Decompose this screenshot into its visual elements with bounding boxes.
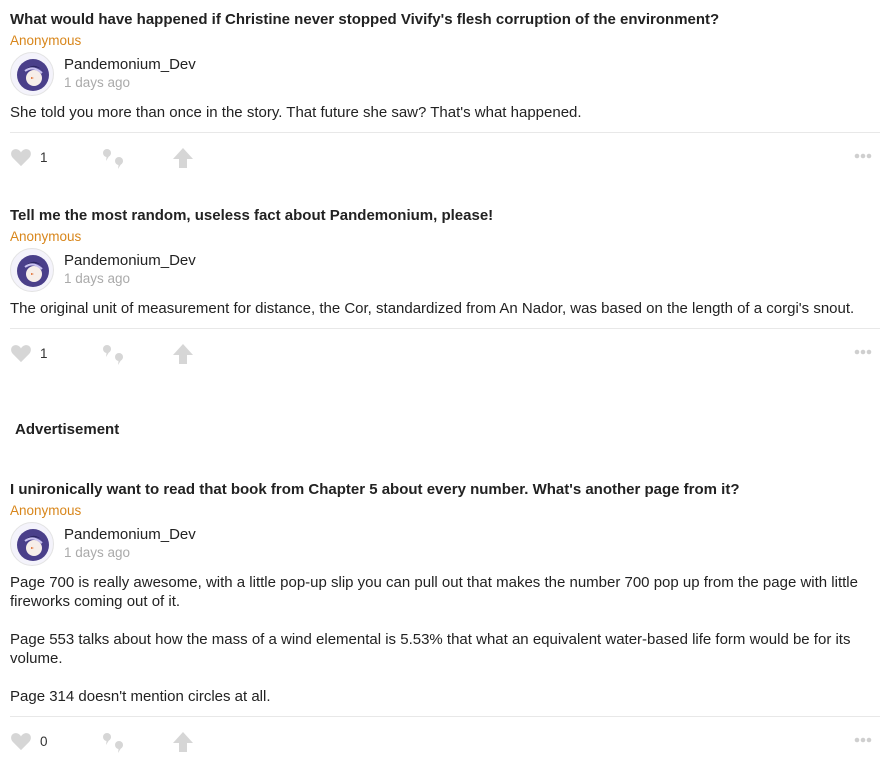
post-time: 1 days ago — [64, 271, 131, 286]
answer-paragraph: Page 314 doesn't mention circles at all. — [10, 688, 271, 705]
post-actions: 1 — [10, 132, 880, 181]
answer-paragraph: The original unit of measurement for dis… — [10, 300, 855, 317]
post-time: 1 days ago — [64, 545, 131, 560]
avatar[interactable] — [10, 248, 54, 292]
more-options-button[interactable] — [854, 737, 872, 743]
quote-button[interactable] — [102, 147, 126, 171]
more-options-button[interactable] — [854, 153, 872, 159]
like-count: 1 — [40, 345, 48, 361]
answer-text: Page 700 is really awesome, with a littl… — [10, 573, 880, 706]
more-dots-icon — [854, 737, 872, 743]
advertisement-label: Advertisement — [15, 421, 120, 438]
like-button[interactable]: 1 — [10, 147, 48, 167]
author-name[interactable]: Pandemonium_Dev — [64, 56, 196, 74]
quote-button[interactable] — [102, 731, 126, 755]
asker-name: Anonymous — [10, 503, 82, 518]
answer-text: The original unit of measurement for dis… — [10, 299, 880, 318]
answer-paragraph: Page 553 talks about how the mass of a w… — [10, 631, 851, 667]
more-dots-icon — [854, 349, 872, 355]
author-row: Pandemonium_Dev 1 days ago — [10, 52, 880, 96]
author-name[interactable]: Pandemonium_Dev — [64, 526, 196, 544]
asker-name: Anonymous — [10, 33, 82, 48]
share-arrow-icon — [173, 732, 193, 752]
quote-icon — [103, 345, 123, 365]
heart-icon — [11, 733, 31, 751]
like-count: 1 — [40, 149, 48, 165]
like-count: 0 — [40, 733, 48, 749]
avatar[interactable] — [10, 522, 54, 566]
heart-icon — [11, 345, 31, 363]
author-name[interactable]: Pandemonium_Dev — [64, 252, 196, 270]
more-options-button[interactable] — [854, 349, 872, 355]
quote-button[interactable] — [102, 343, 126, 367]
share-arrow-icon — [173, 344, 193, 364]
post-actions: 0 — [10, 716, 880, 765]
share-button[interactable] — [172, 731, 194, 753]
like-button[interactable]: 0 — [10, 731, 48, 751]
answer-text: She told you more than once in the story… — [10, 103, 880, 122]
post-time: 1 days ago — [64, 75, 131, 90]
post-actions: 1 — [10, 328, 880, 377]
author-row: Pandemonium_Dev 1 days ago — [10, 522, 880, 566]
share-button[interactable] — [172, 147, 194, 169]
share-button[interactable] — [172, 343, 194, 365]
asker-name: Anonymous — [10, 229, 82, 244]
quote-icon — [103, 149, 123, 169]
quote-icon — [103, 733, 123, 753]
more-dots-icon — [854, 153, 872, 159]
answer-paragraph: She told you more than once in the story… — [10, 104, 582, 121]
share-arrow-icon — [173, 148, 193, 168]
qa-post: Tell me the most random, useless fact ab… — [10, 206, 880, 377]
heart-icon — [11, 149, 31, 167]
avatar[interactable] — [10, 52, 54, 96]
like-button[interactable]: 1 — [10, 343, 48, 363]
qa-post: I unironically want to read that book fr… — [10, 480, 880, 765]
question-text[interactable]: What would have happened if Christine ne… — [10, 10, 880, 30]
answer-paragraph: Page 700 is really awesome, with a littl… — [10, 574, 858, 610]
question-text[interactable]: Tell me the most random, useless fact ab… — [10, 206, 880, 226]
qa-post: What would have happened if Christine ne… — [10, 10, 880, 181]
author-row: Pandemonium_Dev 1 days ago — [10, 248, 880, 292]
question-text[interactable]: I unironically want to read that book fr… — [10, 480, 880, 500]
